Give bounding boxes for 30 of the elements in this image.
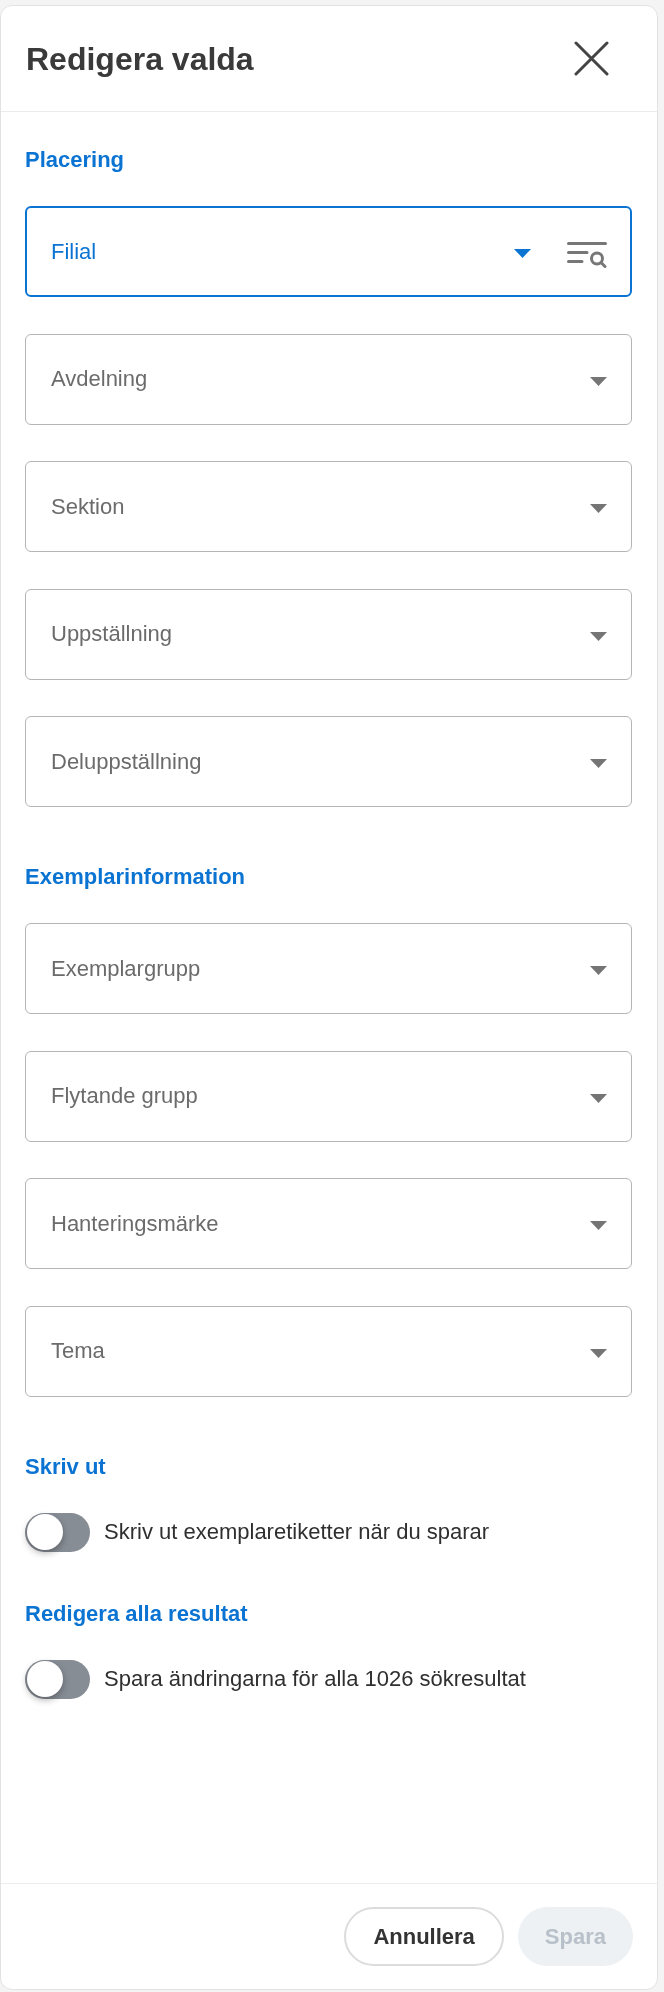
toggle-switch[interactable] <box>25 1512 90 1552</box>
dropdown-field[interactable]: Hanteringsmärke <box>25 1178 632 1269</box>
caret-icon <box>590 631 607 641</box>
toggle-label: Skriv ut exemplaretiketter när du sparar <box>104 1518 490 1546</box>
list-search-icon[interactable] <box>567 241 607 268</box>
toggle-switch[interactable] <box>25 1659 90 1699</box>
caret-icon <box>590 1093 607 1103</box>
dropdown-field[interactable]: Avdelning <box>25 333 632 425</box>
dropdown-field[interactable]: Flytande grupp <box>25 1050 632 1142</box>
close-icon[interactable] <box>574 41 609 76</box>
dropdown-field[interactable]: Uppställning <box>25 588 632 680</box>
section-heading: Exemplarinformation <box>25 865 247 889</box>
caret-icon <box>514 249 531 258</box>
caret-icon <box>590 376 607 386</box>
dropdown-field[interactable]: Tema <box>25 1305 632 1397</box>
dropdown-field[interactable]: Deluppställning <box>25 716 632 807</box>
caret-icon <box>590 1348 607 1358</box>
dialog-title: Redigera valda <box>26 39 254 79</box>
caret-icon <box>590 504 607 513</box>
caret-icon <box>590 966 607 975</box>
caret-icon <box>590 1221 607 1230</box>
caret-icon <box>590 759 607 768</box>
section-heading: Redigera alla resultat <box>25 1601 249 1626</box>
dropdown-field[interactable]: Sektion <box>25 461 632 552</box>
section-heading: Skriv ut <box>25 1454 107 1479</box>
section-heading: Placering <box>25 148 126 172</box>
dropdown-field[interactable]: Filial <box>25 206 632 297</box>
dropdown-field[interactable]: Exemplargrupp <box>25 923 632 1014</box>
toggle-label: Spara ändringarna för alla 1026 sökresultat <box>104 1665 526 1693</box>
cancel-button[interactable]: Annullera <box>344 1907 504 1966</box>
